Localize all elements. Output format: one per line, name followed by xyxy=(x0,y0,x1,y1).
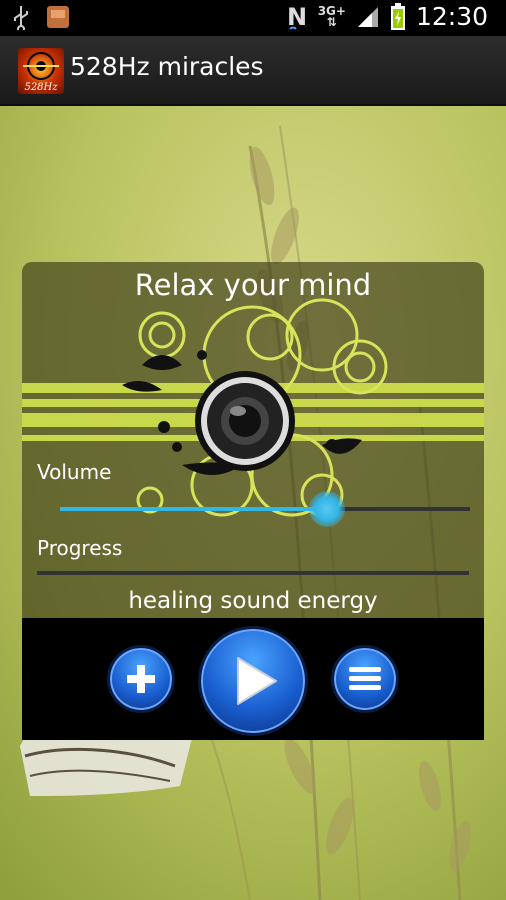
nfc-icon: N xyxy=(287,3,307,31)
menu-icon xyxy=(349,667,381,690)
track-name: healing sound energy xyxy=(128,588,378,614)
sd-card-icon xyxy=(47,6,69,28)
app-icon-label: 528Hz xyxy=(24,82,58,93)
volume-label: Volume xyxy=(37,460,112,484)
play-icon xyxy=(237,657,277,705)
battery-icon xyxy=(390,2,405,30)
signal-icon xyxy=(357,6,378,27)
network-type-label: 3G+ ⇅ xyxy=(317,3,346,29)
clock: 12:30 xyxy=(415,2,488,31)
plus-icon xyxy=(127,665,155,693)
speaker-artwork xyxy=(22,298,484,517)
status-bar: N 3G+ ⇅ 12:30 xyxy=(0,0,506,36)
svg-text:N: N xyxy=(287,3,307,31)
action-bar: 528Hz 528Hz miracles xyxy=(0,36,506,106)
volume-thumb[interactable] xyxy=(308,491,345,527)
progress-label: Progress xyxy=(37,536,123,560)
progress-track[interactable] xyxy=(37,571,469,575)
app-title: 528Hz miracles xyxy=(70,52,264,81)
play-button[interactable] xyxy=(198,626,308,736)
app-icon[interactable]: 528Hz xyxy=(18,48,64,94)
menu-button[interactable] xyxy=(331,645,399,713)
usb-icon xyxy=(14,6,28,30)
player-title: Relax your mind xyxy=(134,268,372,302)
add-button[interactable] xyxy=(107,645,175,713)
volume-fill xyxy=(60,507,327,511)
